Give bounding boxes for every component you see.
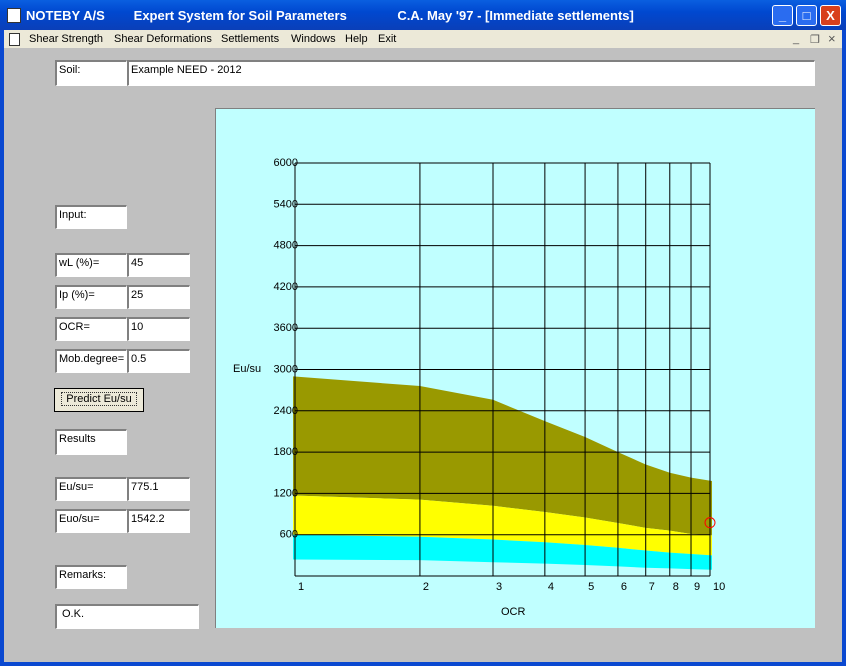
menu-exit[interactable]: Exit bbox=[378, 33, 396, 45]
y-tick-label: 2400 bbox=[274, 405, 298, 417]
x-tick-label: 5 bbox=[588, 581, 594, 593]
mdi-minimize-button[interactable]: _ bbox=[793, 33, 799, 45]
mob-degree-input[interactable]: 0.5 bbox=[127, 349, 190, 373]
ocr-input[interactable]: 10 bbox=[127, 317, 190, 341]
close-button[interactable]: X bbox=[820, 5, 841, 26]
maximize-button[interactable]: □ bbox=[796, 5, 817, 26]
euo-su-label: Euo/su= bbox=[55, 509, 127, 533]
window-frame bbox=[842, 30, 846, 666]
x-tick-label: 6 bbox=[621, 581, 627, 593]
mdi-close-button[interactable]: × bbox=[828, 31, 836, 46]
y-tick-label: 3600 bbox=[274, 322, 298, 334]
ip-label: Ip (%)= bbox=[55, 285, 127, 309]
x-tick-label: 8 bbox=[673, 581, 679, 593]
y-tick-label: 4200 bbox=[274, 281, 298, 293]
x-tick-label: 4 bbox=[548, 581, 554, 593]
x-tick-label: 7 bbox=[649, 581, 655, 593]
ip-input[interactable]: 25 bbox=[127, 285, 190, 309]
window-frame bbox=[0, 662, 846, 666]
chart-panel: 1 2 3 4 5 6 7 8 9 10 600 1200 1800 2400 3000 3600 4200 48… bbox=[215, 108, 815, 628]
y-tick-label: 5400 bbox=[274, 198, 298, 210]
menu-windows[interactable]: Windows bbox=[291, 33, 336, 45]
app-icon bbox=[7, 8, 21, 23]
x-tick-label: 1 bbox=[298, 581, 304, 593]
x-axis-label: OCR bbox=[501, 606, 526, 618]
remarks-value: O.K. bbox=[55, 604, 199, 629]
y-tick-label: 3000 bbox=[274, 364, 298, 376]
document-icon bbox=[9, 33, 20, 46]
euo-su-value: 1542.2 bbox=[127, 509, 190, 533]
remarks-label: Remarks: bbox=[55, 565, 127, 589]
predict-button[interactable]: Predict Eu/su bbox=[54, 388, 144, 412]
mob-degree-label: Mob.degree= bbox=[55, 349, 127, 373]
input-heading: Input: bbox=[55, 205, 127, 229]
menu-shear-deformations[interactable]: Shear Deformations bbox=[114, 33, 212, 45]
x-tick-label: 2 bbox=[423, 581, 429, 593]
x-tick-label: 10 bbox=[713, 581, 725, 593]
menu-help[interactable]: Help bbox=[345, 33, 368, 45]
eu-su-chart: 1 2 3 4 5 6 7 8 9 10 600 1200 1800 2400 3000 3600 4200 48… bbox=[233, 157, 725, 618]
y-tick-label: 1200 bbox=[274, 487, 298, 499]
x-tick-label: 9 bbox=[694, 581, 700, 593]
mdi-restore-button[interactable]: ❐ bbox=[810, 33, 820, 46]
ocr-label: OCR= bbox=[55, 317, 127, 341]
minimize-button[interactable]: _ bbox=[772, 5, 793, 26]
window-title: NOTEBY A/S Expert System for Soil Parame… bbox=[26, 8, 634, 23]
predict-button-label: Predict Eu/su bbox=[61, 392, 137, 406]
eu-su-label: Eu/su= bbox=[55, 477, 127, 501]
window-frame bbox=[0, 30, 4, 666]
eu-su-value: 775.1 bbox=[127, 477, 190, 501]
soil-label: Soil: bbox=[55, 60, 127, 86]
y-tick-label: 4800 bbox=[274, 240, 298, 252]
soil-field[interactable]: Example NEED - 2012 bbox=[127, 60, 815, 86]
y-tick-label: 1800 bbox=[274, 446, 298, 458]
y-tick-label: 600 bbox=[280, 529, 298, 541]
results-heading: Results bbox=[55, 429, 127, 455]
y-tick-label: 6000 bbox=[274, 157, 298, 169]
wl-label: wL (%)= bbox=[55, 253, 127, 277]
x-tick-label: 3 bbox=[496, 581, 502, 593]
menu-shear-strength[interactable]: Shear Strength bbox=[29, 33, 103, 45]
wl-input[interactable]: 45 bbox=[127, 253, 190, 277]
menu-settlements[interactable]: Settlements bbox=[221, 33, 279, 45]
y-axis-label: Eu/su bbox=[233, 363, 261, 375]
